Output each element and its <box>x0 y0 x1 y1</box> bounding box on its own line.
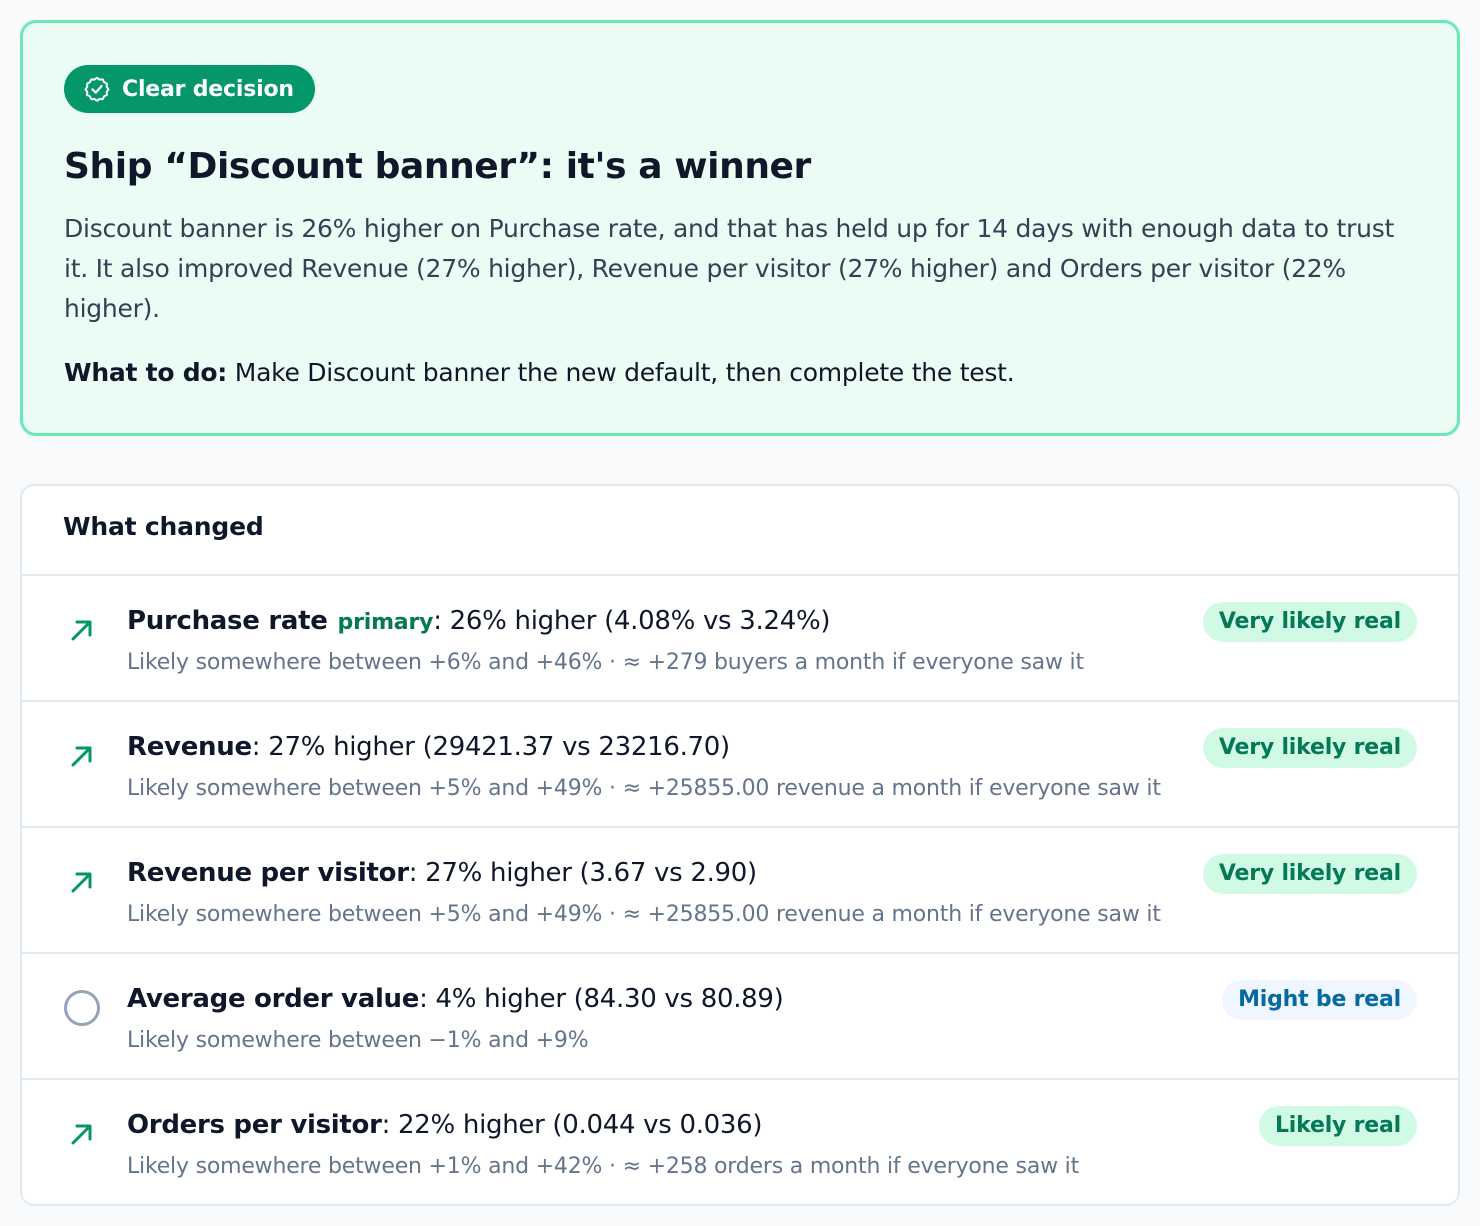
metric-row-average-order-value: Average order value: 4% higher (84.30 vs… <box>22 954 1458 1080</box>
metric-summary: Purchase rate primary: 26% higher (4.08% … <box>127 604 831 640</box>
metric-detail: : 22% higher (0.044 vs 0.036) <box>381 1110 763 1140</box>
metric-name: Purchase rate <box>127 606 328 636</box>
metric-row-revenue: Revenue: 27% higher (29421.37 vs 23216.7… <box>22 702 1458 828</box>
decision-action: What to do: Make Discount banner the new… <box>64 353 1416 393</box>
up-right-arrow-icon <box>60 1112 104 1156</box>
up-right-arrow-icon <box>60 860 104 904</box>
what-changed-card: What changed Purchase rate primary: 26% h… <box>20 484 1460 1206</box>
metric-name: Average order value <box>127 984 420 1014</box>
neutral-circle-icon <box>60 986 104 1030</box>
metric-detail: : 26% higher (4.08% vs 3.24%) <box>433 606 831 636</box>
check-circle-icon <box>84 76 110 102</box>
action-text: Make Discount banner the new default, th… <box>234 358 1015 387</box>
decision-title: Ship “Discount banner”: it's a winner <box>64 146 811 187</box>
confidence-badge: Very likely real <box>1202 728 1417 768</box>
confidence-badge: Likely real <box>1258 1106 1417 1146</box>
confidence-badge: Very likely real <box>1202 602 1417 642</box>
metric-detail: : 27% higher (3.67 vs 2.90) <box>408 858 757 888</box>
metric-summary: Orders per visitor: 22% higher (0.044 vs… <box>127 1108 763 1142</box>
metric-summary: Revenue: 27% higher (29421.37 vs 23216.7… <box>127 730 730 764</box>
metric-name: Orders per visitor <box>127 1110 382 1140</box>
metric-row-orders-per-visitor: Orders per visitor: 22% higher (0.044 vs… <box>22 1080 1458 1204</box>
up-right-arrow-icon <box>60 734 104 778</box>
action-label: What to do: <box>64 358 228 387</box>
confidence-badge: Might be real <box>1222 980 1417 1020</box>
metric-range: Likely somewhere between −1% and +9% <box>127 1028 589 1053</box>
decision-status-badge: Clear decision <box>64 65 315 113</box>
up-right-arrow-icon <box>60 608 104 652</box>
metric-row-revenue-per-visitor: Revenue per visitor: 27% higher (3.67 vs… <box>22 828 1458 954</box>
metric-detail: : 4% higher (84.30 vs 80.89) <box>419 984 784 1014</box>
metric-detail: : 27% higher (29421.37 vs 23216.70) <box>251 732 730 762</box>
metric-summary: Revenue per visitor: 27% higher (3.67 vs… <box>127 856 757 890</box>
decision-card: Clear decision Ship “Discount banner”: i… <box>20 20 1460 436</box>
metric-range: Likely somewhere between +5% and +49% · … <box>127 776 1161 801</box>
metric-name: Revenue <box>127 732 252 762</box>
metric-range: Likely somewhere between +1% and +42% · … <box>127 1154 1080 1179</box>
metric-row-purchase-rate: Purchase rate primary: 26% higher (4.08% … <box>22 576 1458 702</box>
confidence-badge: Very likely real <box>1202 854 1417 894</box>
decision-summary: Discount banner is 26% higher on Purchas… <box>64 214 1395 323</box>
metric-name: Revenue per visitor <box>127 858 409 888</box>
what-changed-title: What changed <box>22 486 1458 576</box>
metric-summary: Average order value: 4% higher (84.30 vs… <box>127 982 784 1016</box>
metric-range: Likely somewhere between +6% and +46% · … <box>127 650 1084 675</box>
decision-status-label: Clear decision <box>122 76 294 102</box>
metric-range: Likely somewhere between +5% and +49% · … <box>127 902 1161 927</box>
primary-metric-tag: primary <box>337 610 434 635</box>
